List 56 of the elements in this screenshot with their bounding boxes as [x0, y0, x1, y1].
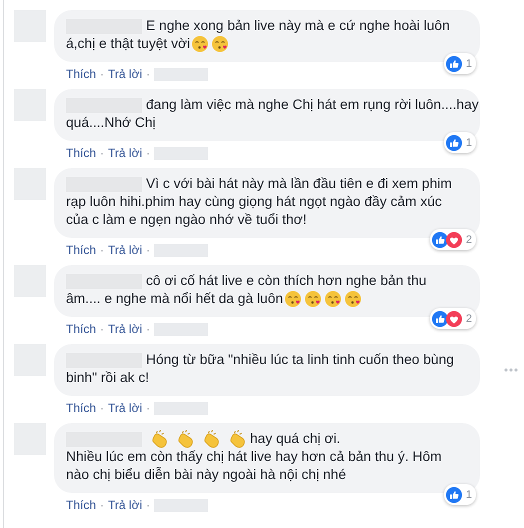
like-link[interactable]: Thích — [66, 67, 96, 81]
reply-link[interactable]: Trả lời — [108, 243, 142, 257]
separator-dot: · — [100, 498, 104, 512]
separator-dot: · — [146, 498, 150, 512]
comment-text: đang làm việc mà nghe Chị hát em rụng rời luôn....hay — [146, 96, 479, 114]
comment-text: cô ơi cố hát live e còn thích hơn nghe bản thu — [146, 272, 426, 290]
like-reaction-icon — [446, 487, 462, 503]
kissing-face-icon — [284, 290, 302, 308]
comment-text: binh" rồi ak c! — [66, 369, 150, 387]
clapping-hands-icon — [176, 430, 194, 448]
separator-dot: · — [100, 146, 104, 160]
like-link[interactable]: Thích — [66, 401, 96, 415]
comment-text: quá....Nhớ Chị — [66, 114, 156, 132]
reply-link[interactable]: Trả lời — [108, 498, 142, 512]
clapping-hands-icon — [228, 430, 246, 448]
separator-dot: · — [100, 322, 104, 336]
reply-link[interactable]: Trả lời — [108, 401, 142, 415]
kissing-face-icon — [324, 290, 342, 308]
comment-text: âm.... e nghe mà nổi hết da gà luôn — [66, 290, 284, 308]
comment-text: hay quá chị ơi. — [250, 430, 340, 448]
kissing-face-icon — [304, 290, 322, 308]
comment-text: E nghe xong bản live này mà e cứ nghe hoài luôn — [146, 17, 450, 35]
comment-text: Hóng từ bữa "nhiều lúc ta linh tinh cuốn theo bùng — [146, 351, 454, 369]
comment-text: Vì c với bài hát này mà lần đầu tiên e đi xem phim — [146, 175, 452, 193]
comment-text: của c làm e ngẹn ngào nhớ về tuổi thơ! — [66, 211, 307, 229]
like-link[interactable]: Thích — [66, 322, 96, 336]
like-link[interactable]: Thích — [66, 498, 96, 512]
like-reaction-icon — [432, 232, 448, 248]
separator-dot: · — [100, 243, 104, 257]
separator-dot: · — [100, 67, 104, 81]
like-link[interactable]: Thích — [66, 243, 96, 257]
reply-link[interactable]: Trả lời — [108, 67, 142, 81]
kissing-face-icon — [191, 35, 210, 53]
like-reaction-icon — [446, 135, 462, 151]
like-reaction-icon — [446, 56, 462, 72]
separator-dot: · — [146, 146, 150, 160]
like-reaction-icon — [432, 311, 448, 327]
like-link[interactable]: Thích — [66, 146, 96, 160]
comment-text: á,chị e thật tuyệt vời — [66, 35, 190, 53]
kissing-face-icon — [344, 290, 362, 308]
reply-link[interactable]: Trả lời — [108, 146, 142, 160]
heart-reaction-icon — [446, 311, 462, 327]
separator-dot: · — [146, 401, 150, 415]
separator-dot: · — [100, 401, 104, 415]
separator-dot: · — [146, 322, 150, 336]
comment-text: rạp luôn hihi.phim hay cùng giọng hát ngọt ngào đầy cảm xúc — [66, 193, 442, 211]
kissing-face-icon — [211, 35, 230, 53]
comment-text: Nhiều lúc em còn thấy chị hát live hay hơn cả bản thu ý. Hôm — [66, 448, 442, 466]
heart-reaction-icon — [446, 232, 462, 248]
clapping-hands-icon — [202, 430, 220, 448]
clapping-hands-icon — [150, 430, 168, 448]
separator-dot: · — [146, 243, 150, 257]
reply-link[interactable]: Trả lời — [108, 322, 142, 336]
comment-text: nào chị biểu diễn bài này ngoài hà nội chị nhé — [66, 466, 346, 484]
more-options-icon[interactable] — [504, 368, 518, 372]
separator-dot: · — [146, 67, 150, 81]
